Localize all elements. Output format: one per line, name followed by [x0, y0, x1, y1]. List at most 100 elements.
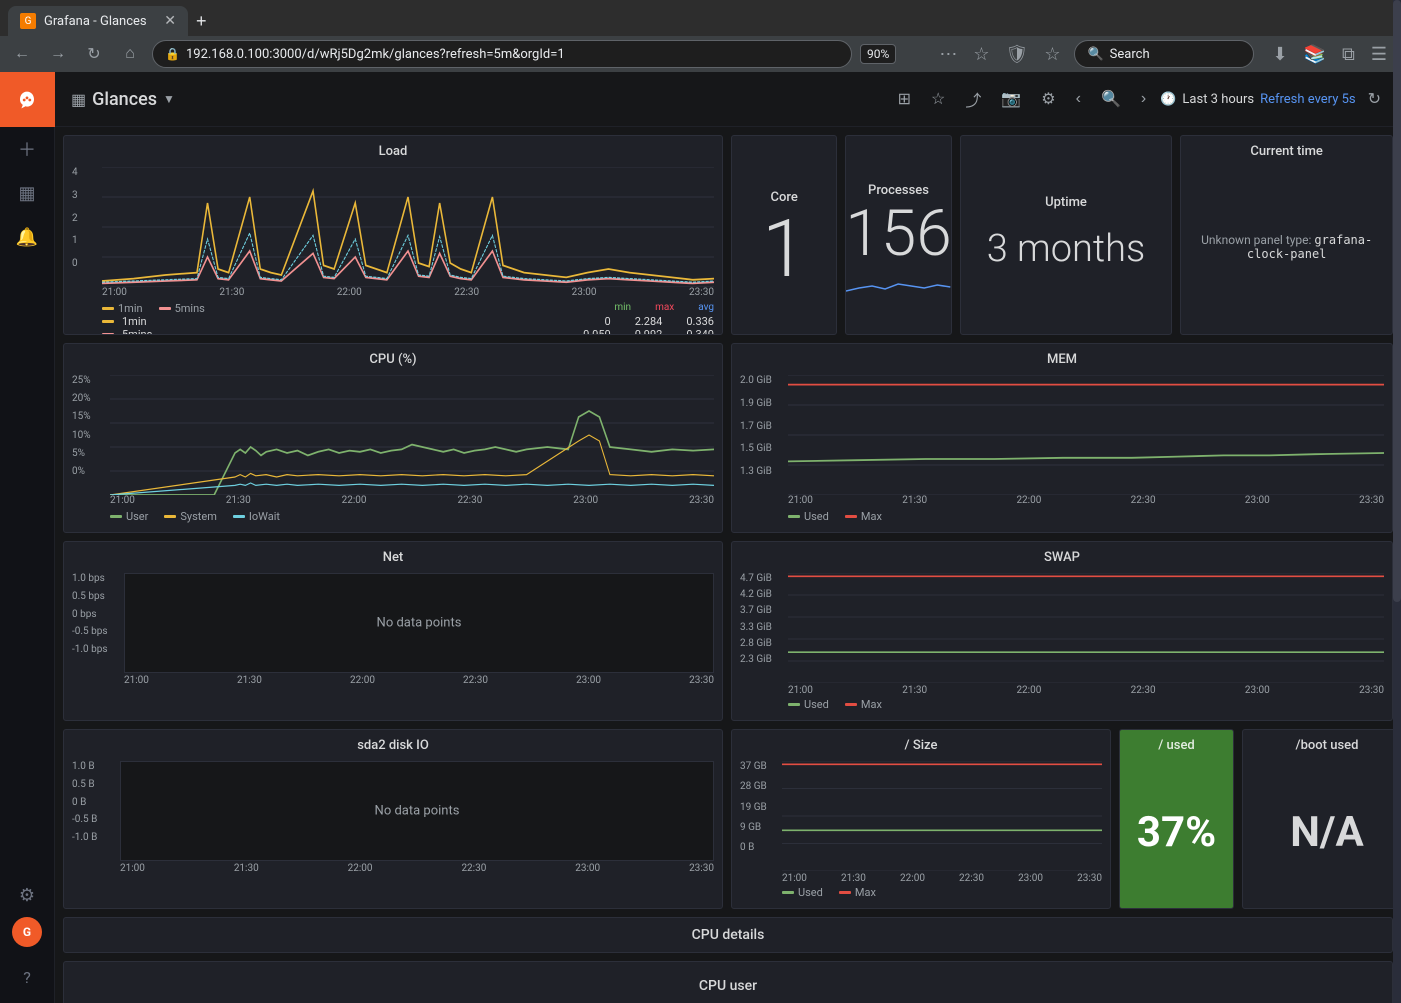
cpu-user-label: CPU user [699, 978, 757, 994]
disk-x1: 21:30 [234, 863, 259, 874]
disk-y5: -1.0 B [72, 832, 120, 843]
mem-content: 2.0 GiB 1.9 GiB 1.7 GiB 1.5 GiB 1.3 GiB [732, 371, 1392, 532]
mem-x2: 22:00 [1016, 495, 1041, 506]
processes-panel: Processes 156 [845, 135, 951, 335]
next-time-button[interactable]: › [1135, 83, 1152, 115]
bookmark-star-button[interactable]: ☆ [967, 40, 995, 69]
favorite-button[interactable]: ☆ [1038, 40, 1066, 69]
sidebar-item-settings[interactable]: ⚙ [0, 873, 55, 917]
forward-button[interactable]: → [44, 40, 72, 68]
cpu-y0: 0% [72, 466, 110, 477]
reload-button[interactable]: ↻ [80, 40, 108, 68]
grafana-logo[interactable] [0, 72, 55, 127]
sidebar-item-dashboard[interactable]: ▦ [0, 171, 55, 215]
core-panel: Core 1 [731, 135, 837, 335]
share-button[interactable]: ⤴ [959, 83, 987, 115]
browser-actions: ⋯ ☆ 🛡 ☆ [933, 40, 1066, 69]
size-legend-used: Used [782, 886, 823, 899]
load-x0: 21:00 [102, 287, 127, 298]
tab-close-button[interactable]: ✕ [164, 13, 176, 29]
home-button[interactable]: ⌂ [116, 40, 144, 68]
swap-y4: 3.3 GiB [740, 622, 788, 633]
cpu-x0: 21:00 [110, 495, 135, 506]
row-1: Load 4 3 2 1 0 [63, 135, 1393, 335]
boot-used-title: /boot used [1284, 730, 1371, 757]
collections-button[interactable]: 📚 [1298, 40, 1332, 69]
boot-used-value: N/A [1290, 808, 1363, 857]
mem-legend-max: Max [845, 510, 882, 523]
user-avatar[interactable]: G [12, 917, 42, 947]
disk-x0: 21:00 [120, 863, 145, 874]
star-button[interactable]: ☆ [925, 83, 951, 115]
cpu-y25: 25% [72, 375, 110, 386]
scroll-track[interactable] [1393, 0, 1401, 1003]
cpu-panel: CPU (%) 25% 20% 15% 10% 5% 0% [63, 343, 723, 533]
swap-legend-used-dot [788, 703, 800, 706]
size-x4: 23:00 [1018, 873, 1043, 884]
processes-spark-chart [846, 266, 950, 296]
active-tab[interactable]: G Grafana - Glances ✕ [8, 6, 188, 36]
address-bar[interactable]: 🔒 192.168.0.100:3000/d/wRj5Dg2mk/glances… [152, 40, 852, 68]
shield-button[interactable]: 🛡 [999, 40, 1034, 69]
sidebar-help[interactable]: ? [0, 955, 55, 999]
lock-icon: 🔒 [165, 47, 180, 61]
split-button[interactable]: ⧉ [1336, 40, 1361, 69]
size-legend-max-label: Max [855, 886, 876, 899]
scroll-thumb[interactable] [1393, 0, 1401, 602]
cpu-y10: 10% [72, 430, 110, 441]
net-y1: 1.0 bps [72, 573, 124, 584]
cpu-content: 25% 20% 15% 10% 5% 0% [64, 371, 722, 532]
root-size-title: / Size [732, 730, 1110, 757]
size-legend-used-label: Used [798, 886, 823, 899]
prev-time-button[interactable]: ‹ [1070, 83, 1087, 115]
stat-5mins-label: 5mins [122, 328, 152, 335]
mem-panel: MEM 2.0 GiB 1.9 GiB 1.7 GiB 1.5 GiB 1.3 … [731, 343, 1393, 533]
swap-x0: 21:00 [788, 685, 813, 696]
time-range[interactable]: 🕐 Last 3 hours Refresh every 5s [1160, 92, 1355, 107]
search-icon: 🔍 [1087, 47, 1103, 62]
more-tools-button[interactable]: ⋯ [933, 40, 963, 69]
cpu-user-banner[interactable]: CPU user [63, 961, 1393, 1003]
swap-legend-used-label: Used [804, 698, 829, 711]
stat-5mins-avg: 0.340 [686, 328, 714, 335]
size-x5: 23:30 [1077, 873, 1102, 884]
menu-button[interactable]: ☰ [1365, 40, 1393, 69]
mem-x5: 23:30 [1359, 495, 1384, 506]
search-placeholder: Search [1110, 47, 1150, 62]
download-button[interactable]: ⬇ [1266, 40, 1293, 69]
cpu-details-banner[interactable]: CPU details [63, 917, 1393, 953]
back-button[interactable]: ← [8, 40, 36, 68]
swap-title: SWAP [732, 542, 1392, 569]
size-x2: 22:00 [900, 873, 925, 884]
boot-used-panel: /boot used N/A [1242, 729, 1401, 909]
snapshot-button[interactable]: 📷 [995, 83, 1027, 115]
refresh-button[interactable]: ↻ [1364, 85, 1385, 113]
new-tab-button[interactable]: + [188, 7, 215, 36]
net-content: 1.0 bps 0.5 bps 0 bps -0.5 bps -1.0 bps … [64, 569, 722, 720]
size-x3: 22:30 [959, 873, 984, 884]
legend-1min-label: 1min [118, 302, 143, 315]
disk-x5: 23:30 [689, 863, 714, 874]
net-x1: 21:30 [237, 675, 262, 686]
sidebar-item-alert[interactable]: 🔔 [0, 215, 55, 259]
size-x1: 21:30 [841, 873, 866, 884]
legend-5mins-label: 5mins [175, 302, 205, 315]
sidebar: ＋ ▦ 🔔 ⚙ G ? [0, 72, 55, 1003]
net-y3: 0 bps [72, 609, 124, 620]
net-y2: 0.5 bps [72, 591, 124, 602]
add-panel-button[interactable]: ⊞ [892, 83, 917, 115]
swap-legend-max-label: Max [861, 698, 882, 711]
load-x4: 23:00 [572, 287, 597, 298]
swap-x3: 22:30 [1131, 685, 1156, 696]
settings-button[interactable]: ⚙ [1035, 83, 1061, 115]
browser-search-bar[interactable]: 🔍 Search [1074, 40, 1254, 68]
refresh-interval-text[interactable]: Refresh every 5s [1260, 92, 1356, 107]
size-x0: 21:00 [782, 873, 807, 884]
zoom-out-button[interactable]: 🔍 [1095, 83, 1127, 115]
cpu-x4: 23:00 [573, 495, 598, 506]
current-time-panel: Current time Unknown panel type: grafana… [1180, 135, 1393, 335]
cpu-chart [110, 375, 714, 495]
sidebar-item-add[interactable]: ＋ [0, 127, 55, 171]
address-bar-row: ← → ↻ ⌂ 🔒 192.168.0.100:3000/d/wRj5Dg2mk… [0, 36, 1401, 72]
zoom-level: 90% [860, 44, 896, 64]
